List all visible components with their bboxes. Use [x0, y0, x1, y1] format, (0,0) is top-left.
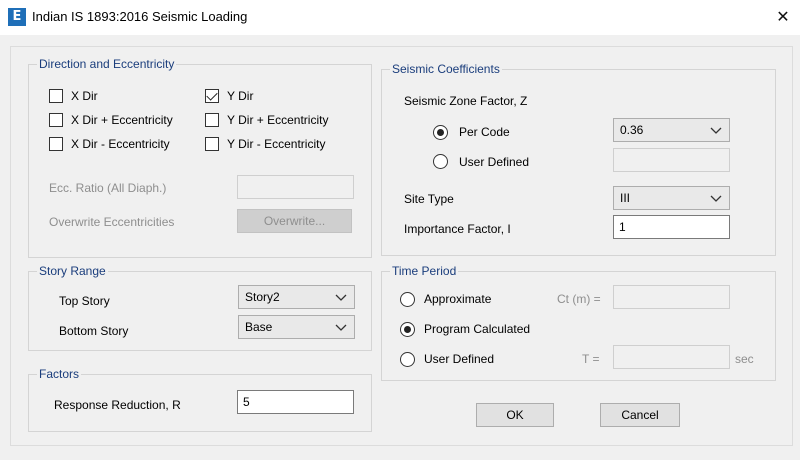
ecc-ratio-input[interactable]: [237, 175, 354, 199]
seismic-coefficients-legend: Seismic Coefficients: [390, 62, 502, 76]
time-user-defined-label: User Defined: [424, 352, 495, 366]
zone-user-defined-label: User Defined: [459, 155, 530, 169]
top-story-label: Top Story: [59, 294, 110, 308]
ct-label: Ct (m) =: [557, 292, 601, 306]
site-type-label: Site Type: [404, 192, 454, 206]
program-calculated-radio[interactable]: [400, 322, 415, 337]
bottom-story-label: Bottom Story: [59, 324, 129, 338]
etabs-app-icon: E: [8, 8, 26, 26]
y-dir-plus-ecc-label: Y Dir + Eccentricity: [227, 113, 329, 127]
x-dir-minus-ecc-label: X Dir - Eccentricity: [71, 137, 170, 151]
bottom-story-select[interactable]: Base: [238, 315, 355, 339]
t-unit-label: sec: [735, 352, 754, 366]
x-dir-minus-ecc-checkbox[interactable]: [49, 137, 63, 151]
direction-eccentricity-legend: Direction and Eccentricity: [37, 57, 177, 71]
y-dir-label: Y Dir: [227, 89, 254, 103]
importance-factor-input[interactable]: 1: [613, 215, 730, 239]
chevron-down-icon: [335, 324, 347, 331]
zone-factor-value: 0.36: [620, 123, 644, 137]
story-range-legend: Story Range: [37, 264, 108, 278]
ok-button[interactable]: OK: [476, 403, 554, 427]
zone-factor-select[interactable]: 0.36: [613, 118, 730, 142]
overwrite-eccentricities-label: Overwrite Eccentricities: [49, 215, 175, 229]
ecc-ratio-label: Ecc. Ratio (All Diaph.): [49, 181, 167, 195]
per-code-label: Per Code: [459, 125, 510, 139]
x-dir-checkbox[interactable]: [49, 89, 63, 103]
ct-input[interactable]: [613, 285, 730, 309]
zone-factor-label: Seismic Zone Factor, Z: [404, 94, 528, 108]
story-range-group: Story Range Top Story Story2 Bottom Stor…: [28, 264, 372, 351]
site-type-select[interactable]: III: [613, 186, 730, 210]
x-dir-plus-ecc-label: X Dir + Eccentricity: [71, 113, 173, 127]
approximate-radio[interactable]: [400, 292, 415, 307]
y-dir-minus-ecc-checkbox[interactable]: [205, 137, 219, 151]
response-reduction-input[interactable]: 5: [237, 390, 354, 414]
window-title: Indian IS 1893:2016 Seismic Loading: [32, 9, 248, 24]
overwrite-button[interactable]: Overwrite...: [237, 209, 352, 233]
top-story-value: Story2: [245, 290, 280, 304]
program-calculated-label: Program Calculated: [424, 322, 531, 336]
chevron-down-icon: [335, 294, 347, 301]
chevron-down-icon: [710, 127, 722, 134]
top-story-select[interactable]: Story2: [238, 285, 355, 309]
bottom-story-value: Base: [245, 320, 273, 334]
site-type-value: III: [620, 191, 631, 205]
zone-user-defined-radio[interactable]: [433, 154, 448, 169]
factors-legend: Factors: [37, 367, 82, 381]
time-period-group: Time Period Approximate Ct (m) = Program…: [381, 264, 776, 381]
y-dir-checkbox[interactable]: [205, 89, 219, 103]
importance-factor-label: Importance Factor, I: [404, 222, 511, 236]
seismic-coefficients-group: Seismic Coefficients Seismic Zone Factor…: [381, 62, 776, 256]
y-dir-minus-ecc-label: Y Dir - Eccentricity: [227, 137, 326, 151]
factors-group: Factors Response Reduction, R 5: [28, 367, 372, 432]
approximate-label: Approximate: [424, 292, 492, 306]
t-label: T =: [582, 352, 600, 366]
cancel-button[interactable]: Cancel: [600, 403, 680, 427]
dialog-body: Direction and Eccentricity X Dir X Dir +…: [10, 46, 793, 446]
time-user-defined-radio[interactable]: [400, 352, 415, 367]
direction-eccentricity-group: Direction and Eccentricity X Dir X Dir +…: [28, 57, 372, 258]
t-input[interactable]: [613, 345, 730, 369]
y-dir-plus-ecc-checkbox[interactable]: [205, 113, 219, 127]
close-icon[interactable]: ✕: [770, 5, 796, 29]
x-dir-plus-ecc-checkbox[interactable]: [49, 113, 63, 127]
per-code-radio[interactable]: [433, 125, 448, 140]
response-reduction-label: Response Reduction, R: [54, 398, 181, 412]
time-period-legend: Time Period: [390, 264, 459, 278]
zone-user-defined-input[interactable]: [613, 148, 730, 172]
chevron-down-icon: [710, 195, 722, 202]
title-bar: E Indian IS 1893:2016 Seismic Loading ✕: [0, 0, 800, 36]
x-dir-label: X Dir: [71, 89, 98, 103]
